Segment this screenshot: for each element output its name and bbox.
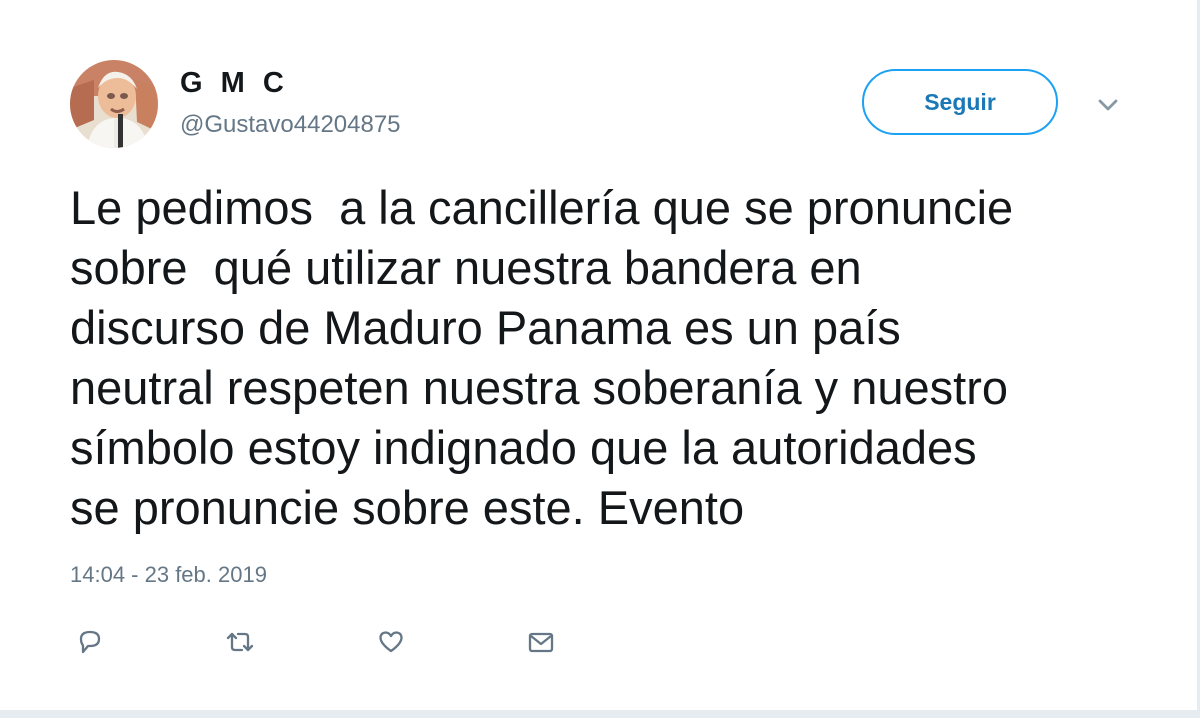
- heart-icon: [373, 624, 409, 660]
- user-handle[interactable]: @Gustavo44204875: [180, 111, 401, 139]
- tweet-text: Le pedimos a la cancillería que se pronu…: [70, 181, 1014, 534]
- tweet-card: G M C @Gustavo44204875 Seguir Le pedimos…: [0, 0, 1200, 718]
- envelope-icon: [523, 624, 559, 660]
- display-name[interactable]: G M C: [180, 67, 289, 100]
- retweet-icon: [222, 624, 258, 660]
- profile-photo-icon: [70, 60, 158, 148]
- reply-icon: [72, 624, 108, 660]
- tweet-timestamp[interactable]: 14:04 - 23 feb. 2019: [70, 562, 267, 588]
- follow-button[interactable]: Seguir: [862, 69, 1058, 135]
- follow-button-label: Seguir: [924, 88, 996, 115]
- direct-message-button[interactable]: [523, 624, 559, 660]
- like-button[interactable]: [373, 624, 409, 660]
- card-bottom-divider: [0, 710, 1200, 718]
- retweet-button[interactable]: [222, 624, 258, 660]
- reply-button[interactable]: [72, 624, 108, 660]
- avatar[interactable]: [70, 60, 158, 148]
- chevron-down-icon[interactable]: [1093, 90, 1123, 120]
